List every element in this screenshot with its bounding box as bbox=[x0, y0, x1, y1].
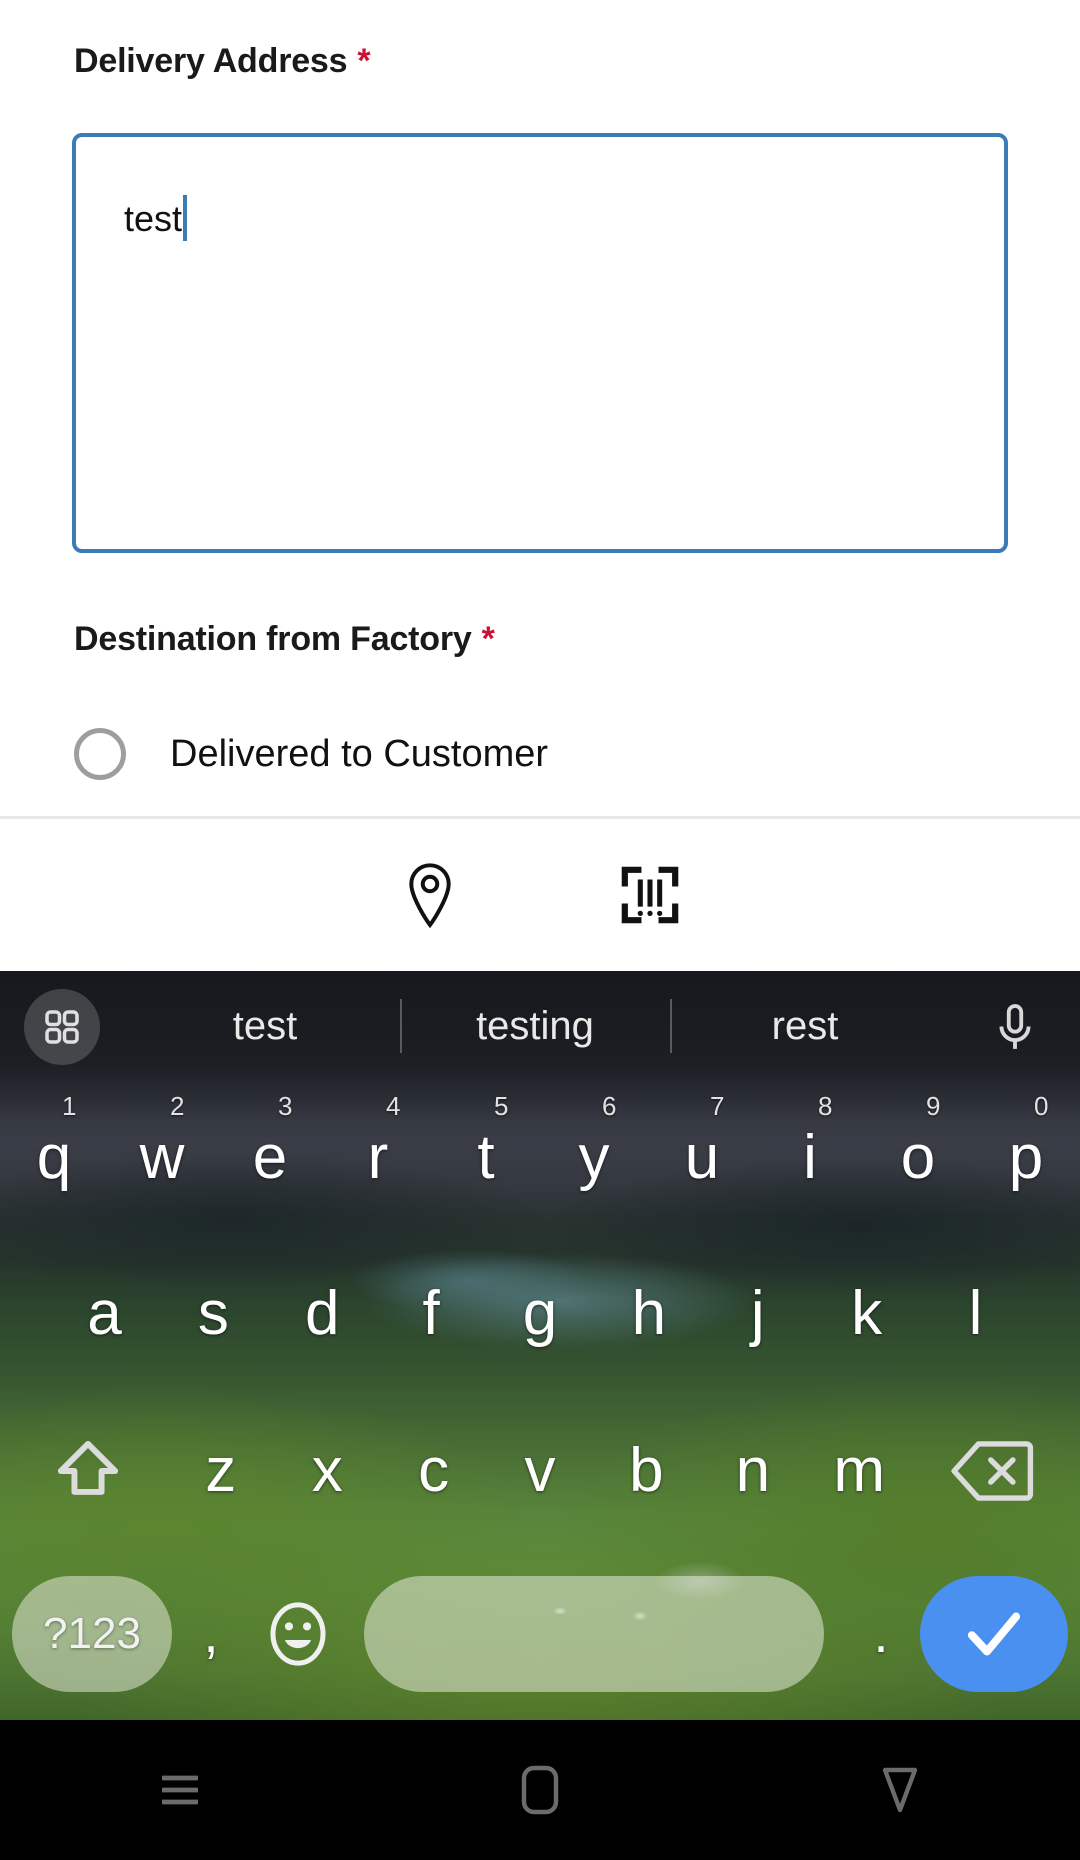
emoji-key-icon[interactable] bbox=[250, 1576, 346, 1692]
key-num-6: 6 bbox=[602, 1091, 617, 1121]
key-label: e bbox=[252, 1122, 288, 1192]
key-o[interactable]: 9o bbox=[864, 1081, 972, 1233]
key-label: r bbox=[367, 1122, 389, 1192]
app-screen: Delivery Address * test Destination from … bbox=[0, 0, 1080, 1860]
key-label: q bbox=[36, 1122, 72, 1192]
key-j[interactable]: j bbox=[703, 1233, 812, 1393]
key-num-1: 1 bbox=[62, 1091, 77, 1121]
suggestion-item[interactable]: rest bbox=[670, 971, 940, 1081]
comma-key[interactable]: , bbox=[172, 1576, 250, 1692]
input-action-toolbar bbox=[0, 819, 1080, 971]
destination-label-text: Destination from Factory bbox=[74, 620, 472, 658]
delivery-address-value: test bbox=[124, 195, 188, 241]
backspace-key-icon[interactable] bbox=[912, 1439, 1072, 1503]
key-d[interactable]: d bbox=[268, 1233, 377, 1393]
suggestion-item[interactable]: testing bbox=[400, 971, 670, 1081]
key-label: i bbox=[803, 1122, 817, 1192]
delivery-form: Delivery Address * test Destination from … bbox=[0, 0, 1080, 818]
key-label: w bbox=[139, 1122, 185, 1192]
key-p[interactable]: 0p bbox=[972, 1081, 1080, 1233]
key-label: t bbox=[477, 1122, 495, 1192]
key-h[interactable]: h bbox=[594, 1233, 703, 1393]
radio-option-delivered-to-customer[interactable]: Delivered to Customer bbox=[74, 728, 548, 780]
key-y[interactable]: 6y bbox=[540, 1081, 648, 1233]
key-m[interactable]: m bbox=[806, 1393, 912, 1548]
delivery-address-label-text: Delivery Address bbox=[74, 42, 348, 80]
key-z[interactable]: z bbox=[168, 1393, 274, 1548]
key-label: o bbox=[900, 1122, 936, 1192]
key-label: y bbox=[578, 1122, 610, 1192]
key-num-7: 7 bbox=[710, 1091, 725, 1121]
key-x[interactable]: x bbox=[274, 1393, 380, 1548]
delivery-address-text: test bbox=[124, 198, 183, 239]
key-num-4: 4 bbox=[386, 1091, 401, 1121]
key-num-8: 8 bbox=[818, 1091, 833, 1121]
keyboard-row-3: z x c v b n m bbox=[0, 1393, 1080, 1548]
key-s[interactable]: s bbox=[159, 1233, 268, 1393]
delivery-address-label: Delivery Address * bbox=[74, 42, 371, 81]
key-k[interactable]: k bbox=[812, 1233, 921, 1393]
keyboard-row-2: a s d f g h j k l bbox=[0, 1233, 1080, 1393]
space-key[interactable] bbox=[364, 1576, 824, 1692]
symbols-key[interactable]: ?123 bbox=[12, 1576, 172, 1692]
destination-from-factory-label: Destination from Factory * bbox=[74, 620, 495, 659]
keyboard-row-1: 1q 2w 3e 4r 5t 6y 7u 8i 9o 0p bbox=[0, 1081, 1080, 1233]
keyboard-rows: 1q 2w 3e 4r 5t 6y 7u 8i 9o 0p a s d f g … bbox=[0, 1081, 1080, 1720]
key-q[interactable]: 1q bbox=[0, 1081, 108, 1233]
key-label: u bbox=[684, 1122, 720, 1192]
key-f[interactable]: f bbox=[377, 1233, 486, 1393]
text-caret bbox=[183, 195, 188, 241]
back-button[interactable] bbox=[840, 1745, 960, 1835]
key-i[interactable]: 8i bbox=[756, 1081, 864, 1233]
key-num-3: 3 bbox=[278, 1091, 293, 1121]
key-label: p bbox=[1008, 1122, 1044, 1192]
key-e[interactable]: 3e bbox=[216, 1081, 324, 1233]
required-asterisk: * bbox=[481, 620, 495, 658]
android-navigation-bar bbox=[0, 1720, 1080, 1860]
key-b[interactable]: b bbox=[593, 1393, 699, 1548]
recents-button[interactable] bbox=[120, 1745, 240, 1835]
key-w[interactable]: 2w bbox=[108, 1081, 216, 1233]
key-num-0: 0 bbox=[1034, 1091, 1049, 1121]
key-n[interactable]: n bbox=[700, 1393, 806, 1548]
shift-key-icon[interactable] bbox=[8, 1434, 168, 1508]
suggestion-list: test testing rest bbox=[130, 971, 940, 1081]
key-num-2: 2 bbox=[170, 1091, 185, 1121]
key-l[interactable]: l bbox=[921, 1233, 1030, 1393]
key-a[interactable]: a bbox=[50, 1233, 159, 1393]
key-num-5: 5 bbox=[494, 1091, 509, 1121]
microphone-icon[interactable] bbox=[980, 993, 1050, 1063]
key-num-9: 9 bbox=[926, 1091, 941, 1121]
grid-icon[interactable] bbox=[24, 989, 100, 1065]
barcode-scan-icon[interactable] bbox=[614, 859, 686, 931]
period-key[interactable]: . bbox=[842, 1576, 920, 1692]
key-v[interactable]: v bbox=[487, 1393, 593, 1548]
key-u[interactable]: 7u bbox=[648, 1081, 756, 1233]
radio-button-icon[interactable] bbox=[74, 728, 126, 780]
suggestion-item[interactable]: test bbox=[130, 971, 400, 1081]
radio-option-label: Delivered to Customer bbox=[170, 732, 549, 775]
key-r[interactable]: 4r bbox=[324, 1081, 432, 1233]
virtual-keyboard: test testing rest 1q 2w 3e 4r 5t 6y 7 u … bbox=[0, 971, 1080, 1720]
location-pin-icon[interactable] bbox=[394, 859, 466, 931]
required-asterisk: * bbox=[357, 42, 371, 80]
key-c[interactable]: c bbox=[380, 1393, 486, 1548]
suggestion-bar: test testing rest bbox=[0, 971, 1080, 1081]
checkmark-enter-icon[interactable] bbox=[920, 1576, 1068, 1692]
keyboard-row-4: ?123 , . bbox=[0, 1548, 1080, 1720]
home-button[interactable] bbox=[480, 1745, 600, 1835]
delivery-address-input[interactable]: test bbox=[72, 133, 1008, 553]
key-g[interactable]: g bbox=[486, 1233, 595, 1393]
key-t[interactable]: 5t bbox=[432, 1081, 540, 1233]
